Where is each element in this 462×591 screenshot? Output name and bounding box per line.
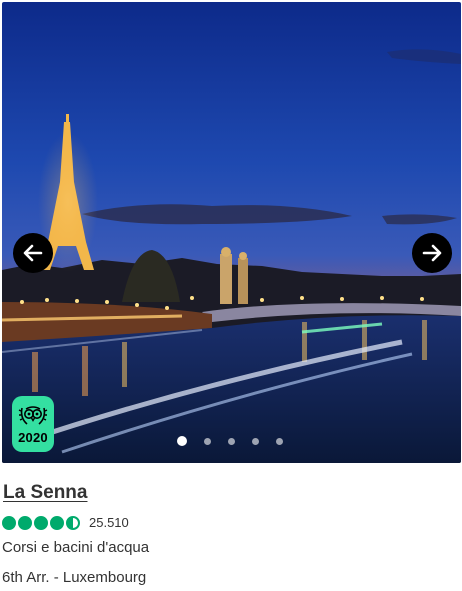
rating-bubble-half — [66, 515, 80, 530]
previous-photo-button[interactable] — [13, 233, 53, 273]
photo-carousel[interactable]: 2020 — [2, 2, 461, 463]
carousel-dot[interactable] — [252, 437, 259, 445]
carousel-dot[interactable] — [276, 437, 283, 445]
travellers-choice-badge: 2020 — [12, 396, 54, 452]
carousel-dot[interactable] — [204, 437, 211, 445]
attraction-category: Corsi e bacini d'acqua — [2, 539, 150, 556]
carousel-dot[interactable] — [228, 437, 235, 445]
carousel-dot[interactable] — [177, 436, 187, 446]
travellers-choice-owl-icon — [18, 406, 48, 425]
rating-bubble-full — [18, 515, 32, 530]
rating-bubble-full — [50, 515, 64, 530]
rating-bubble-full — [2, 515, 16, 530]
review-count[interactable]: 25.510 — [89, 515, 129, 530]
award-year: 2020 — [18, 430, 48, 445]
arrow-right-icon — [422, 244, 442, 262]
next-photo-button[interactable] — [412, 233, 452, 273]
carousel-pagination — [177, 436, 283, 446]
attraction-card: 2020 La Senna 25.510 Corsi e bacini d'ac… — [0, 0, 462, 591]
attraction-title-link[interactable]: La Senna — [3, 482, 87, 504]
rating-row[interactable]: 25.510 — [2, 515, 129, 530]
bubble-rating — [2, 515, 80, 530]
arrow-left-icon — [23, 244, 43, 262]
attraction-photo — [2, 2, 461, 463]
attraction-location: 6th Arr. - Luxembourg — [2, 569, 147, 586]
rating-bubble-full — [34, 515, 48, 530]
